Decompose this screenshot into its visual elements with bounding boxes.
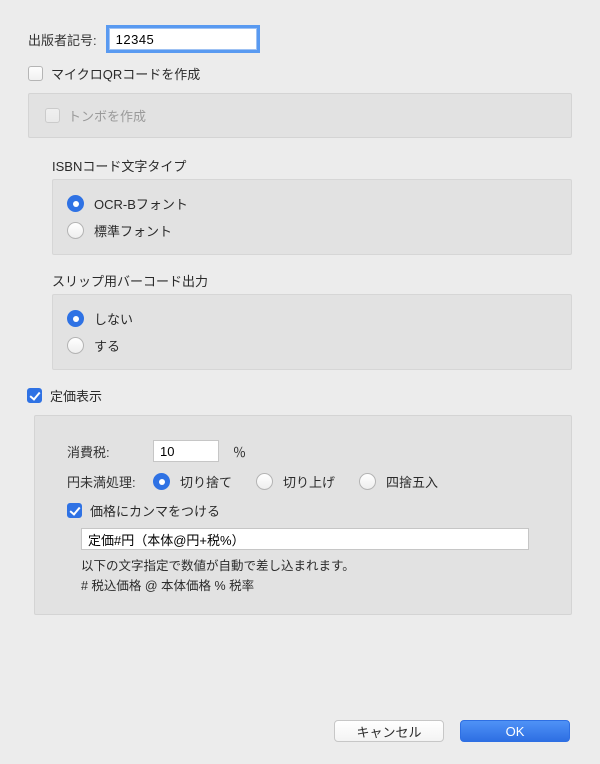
isbn-font-title: ISBNコード文字タイプ <box>52 156 572 175</box>
template-input[interactable] <box>81 528 529 550</box>
slip-yes-radio[interactable] <box>67 337 84 354</box>
slip-no-radio[interactable] <box>67 310 84 327</box>
comma-checkbox[interactable] <box>67 503 82 518</box>
trim-label: トンボを作成 <box>68 106 146 125</box>
tax-label: 消費税: <box>67 442 139 461</box>
isbn-font-ocrb-label: OCR-Bフォント <box>94 194 188 213</box>
round-half-label: 四捨五入 <box>386 472 438 491</box>
round-up-label: 切り上げ <box>283 472 335 491</box>
isbn-font-standard-radio[interactable] <box>67 222 84 239</box>
micro-qr-checkbox[interactable] <box>28 66 43 81</box>
round-down-radio[interactable] <box>153 473 170 490</box>
slip-yes-label: する <box>94 336 120 355</box>
isbn-font-standard-label: 標準フォント <box>94 221 172 240</box>
cancel-button[interactable]: キャンセル <box>334 720 444 742</box>
publisher-label: 出版者記号: <box>28 30 97 49</box>
round-up-radio[interactable] <box>256 473 273 490</box>
trim-checkbox <box>45 108 60 123</box>
help-line2: # 税込価格 @ 本体価格 % 税率 <box>81 576 555 596</box>
ok-button[interactable]: OK <box>460 720 570 742</box>
help-line1: 以下の文字指定で数値が自動で差し込まれます。 <box>81 556 555 576</box>
show-price-label: 定価表示 <box>50 386 102 405</box>
micro-qr-label: マイクロQRコードを作成 <box>51 64 200 83</box>
slip-no-label: しない <box>94 309 133 328</box>
show-price-checkbox[interactable] <box>27 388 42 403</box>
slip-barcode-title: スリップ用バーコード出力 <box>52 271 572 290</box>
comma-label: 価格にカンマをつける <box>90 501 220 520</box>
round-down-label: 切り捨て <box>180 472 232 491</box>
rounding-label: 円未満処理: <box>67 472 139 491</box>
tax-unit: ％ <box>233 442 246 461</box>
round-half-radio[interactable] <box>359 473 376 490</box>
publisher-input[interactable] <box>109 28 257 50</box>
tax-input[interactable] <box>153 440 219 462</box>
isbn-font-ocrb-radio[interactable] <box>67 195 84 212</box>
